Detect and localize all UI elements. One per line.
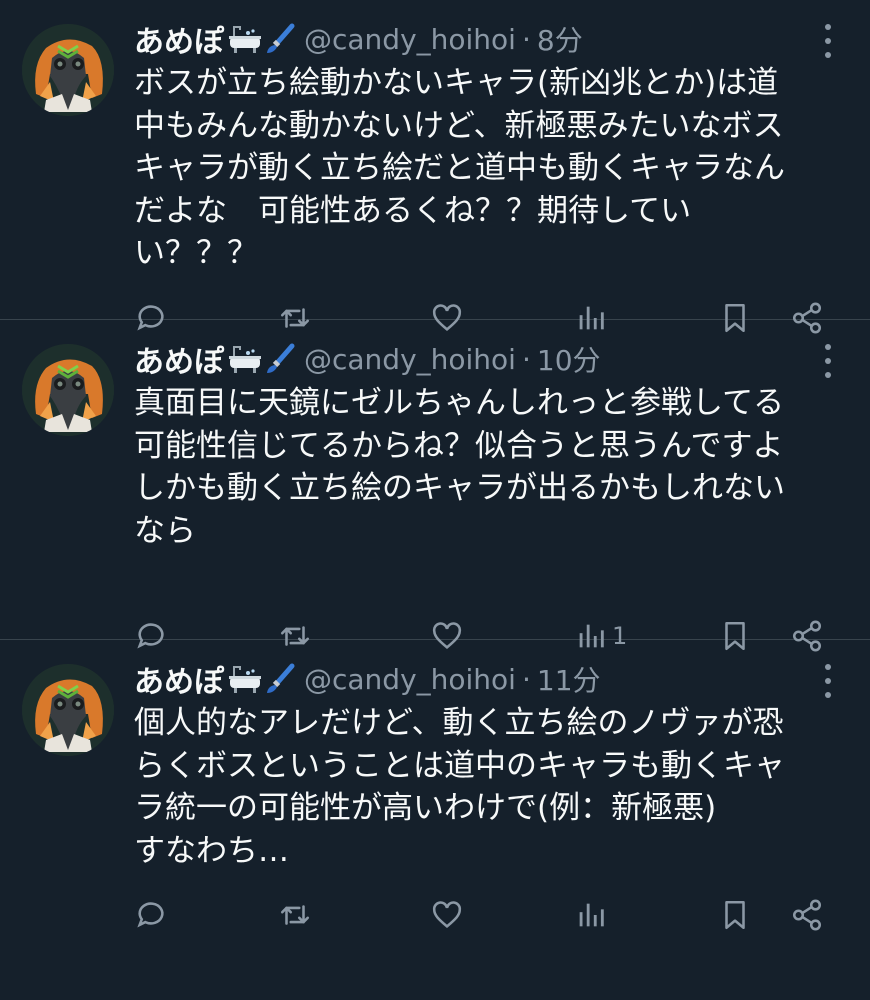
action-bar <box>134 895 834 935</box>
timestamp[interactable]: 10分 <box>537 339 601 379</box>
views-icon <box>579 903 604 927</box>
bathtub-emoji <box>229 26 261 53</box>
like-button[interactable] <box>430 895 464 935</box>
bookmark-button[interactable] <box>718 895 752 935</box>
views-button[interactable] <box>574 895 612 935</box>
avatar[interactable] <box>22 664 114 756</box>
like-icon <box>432 901 462 928</box>
tweet-3[interactable]: あめぽ @candy_hoihoi · 11分 個人的なアレだけど、動く立ち絵の… <box>0 640 870 1000</box>
timestamp[interactable]: 11分 <box>537 659 601 699</box>
bookmark-icon <box>725 900 745 930</box>
paintbrush-emoji <box>267 23 295 53</box>
display-name[interactable]: あめぽ <box>134 337 224 381</box>
tweet-2[interactable]: あめぽ @candy_hoihoi · 10分 真面目に天鏡にゼルちゃんしれっと… <box>0 320 870 652</box>
bathtub-emoji <box>229 346 261 373</box>
share-button[interactable] <box>790 895 824 935</box>
separator-dot: · <box>521 662 531 696</box>
tweet-header: あめぽ @candy_hoihoi · 8分 <box>134 16 583 62</box>
display-name[interactable]: あめぽ <box>134 17 224 61</box>
share-icon <box>792 899 822 931</box>
user-handle[interactable]: @candy_hoihoi <box>304 23 516 56</box>
display-name[interactable]: あめぽ <box>134 657 224 701</box>
separator-dot: · <box>521 22 531 56</box>
retweet-icon <box>280 905 310 925</box>
more-dots-icon[interactable] <box>820 344 836 378</box>
avatar[interactable] <box>22 24 114 116</box>
user-handle[interactable]: @candy_hoihoi <box>304 663 516 696</box>
name-emojis <box>228 663 296 695</box>
bathtub-emoji <box>229 666 261 693</box>
tweet-text: 個人的なアレだけど、動く立ち絵のノヴァが恐 らくボスということは道中のキャラも動… <box>134 705 785 869</box>
paintbrush-emoji <box>267 663 295 693</box>
tweet-text: ボスが立ち絵動かないキャラ(新凶兆とか)は道 中もみんな動かないけど、新極悪みた… <box>134 65 785 271</box>
more-dots-icon[interactable] <box>820 664 836 698</box>
timestamp[interactable]: 8分 <box>537 19 583 59</box>
tweet-1[interactable]: あめぽ @candy_hoihoi · 8分 ボスが立ち絵動かないキャラ(新凶兆… <box>0 0 870 334</box>
more-dots-icon[interactable] <box>820 24 836 58</box>
tweet-header: あめぽ @candy_hoihoi · 10分 <box>134 336 601 382</box>
user-handle[interactable]: @candy_hoihoi <box>304 343 516 376</box>
paintbrush-emoji <box>267 343 295 373</box>
avatar[interactable] <box>22 344 114 436</box>
reply-icon <box>137 902 164 928</box>
tweet-header: あめぽ @candy_hoihoi · 11分 <box>134 656 601 702</box>
separator-dot: · <box>521 342 531 376</box>
name-emojis <box>228 343 296 375</box>
tweet-text: 真面目に天鏡にゼルちゃんしれっと参戦してる 可能性信じてるからね？似合うと思うん… <box>134 385 785 549</box>
reply-button[interactable] <box>134 895 168 935</box>
retweet-button[interactable] <box>278 895 312 935</box>
name-emojis <box>228 23 296 55</box>
